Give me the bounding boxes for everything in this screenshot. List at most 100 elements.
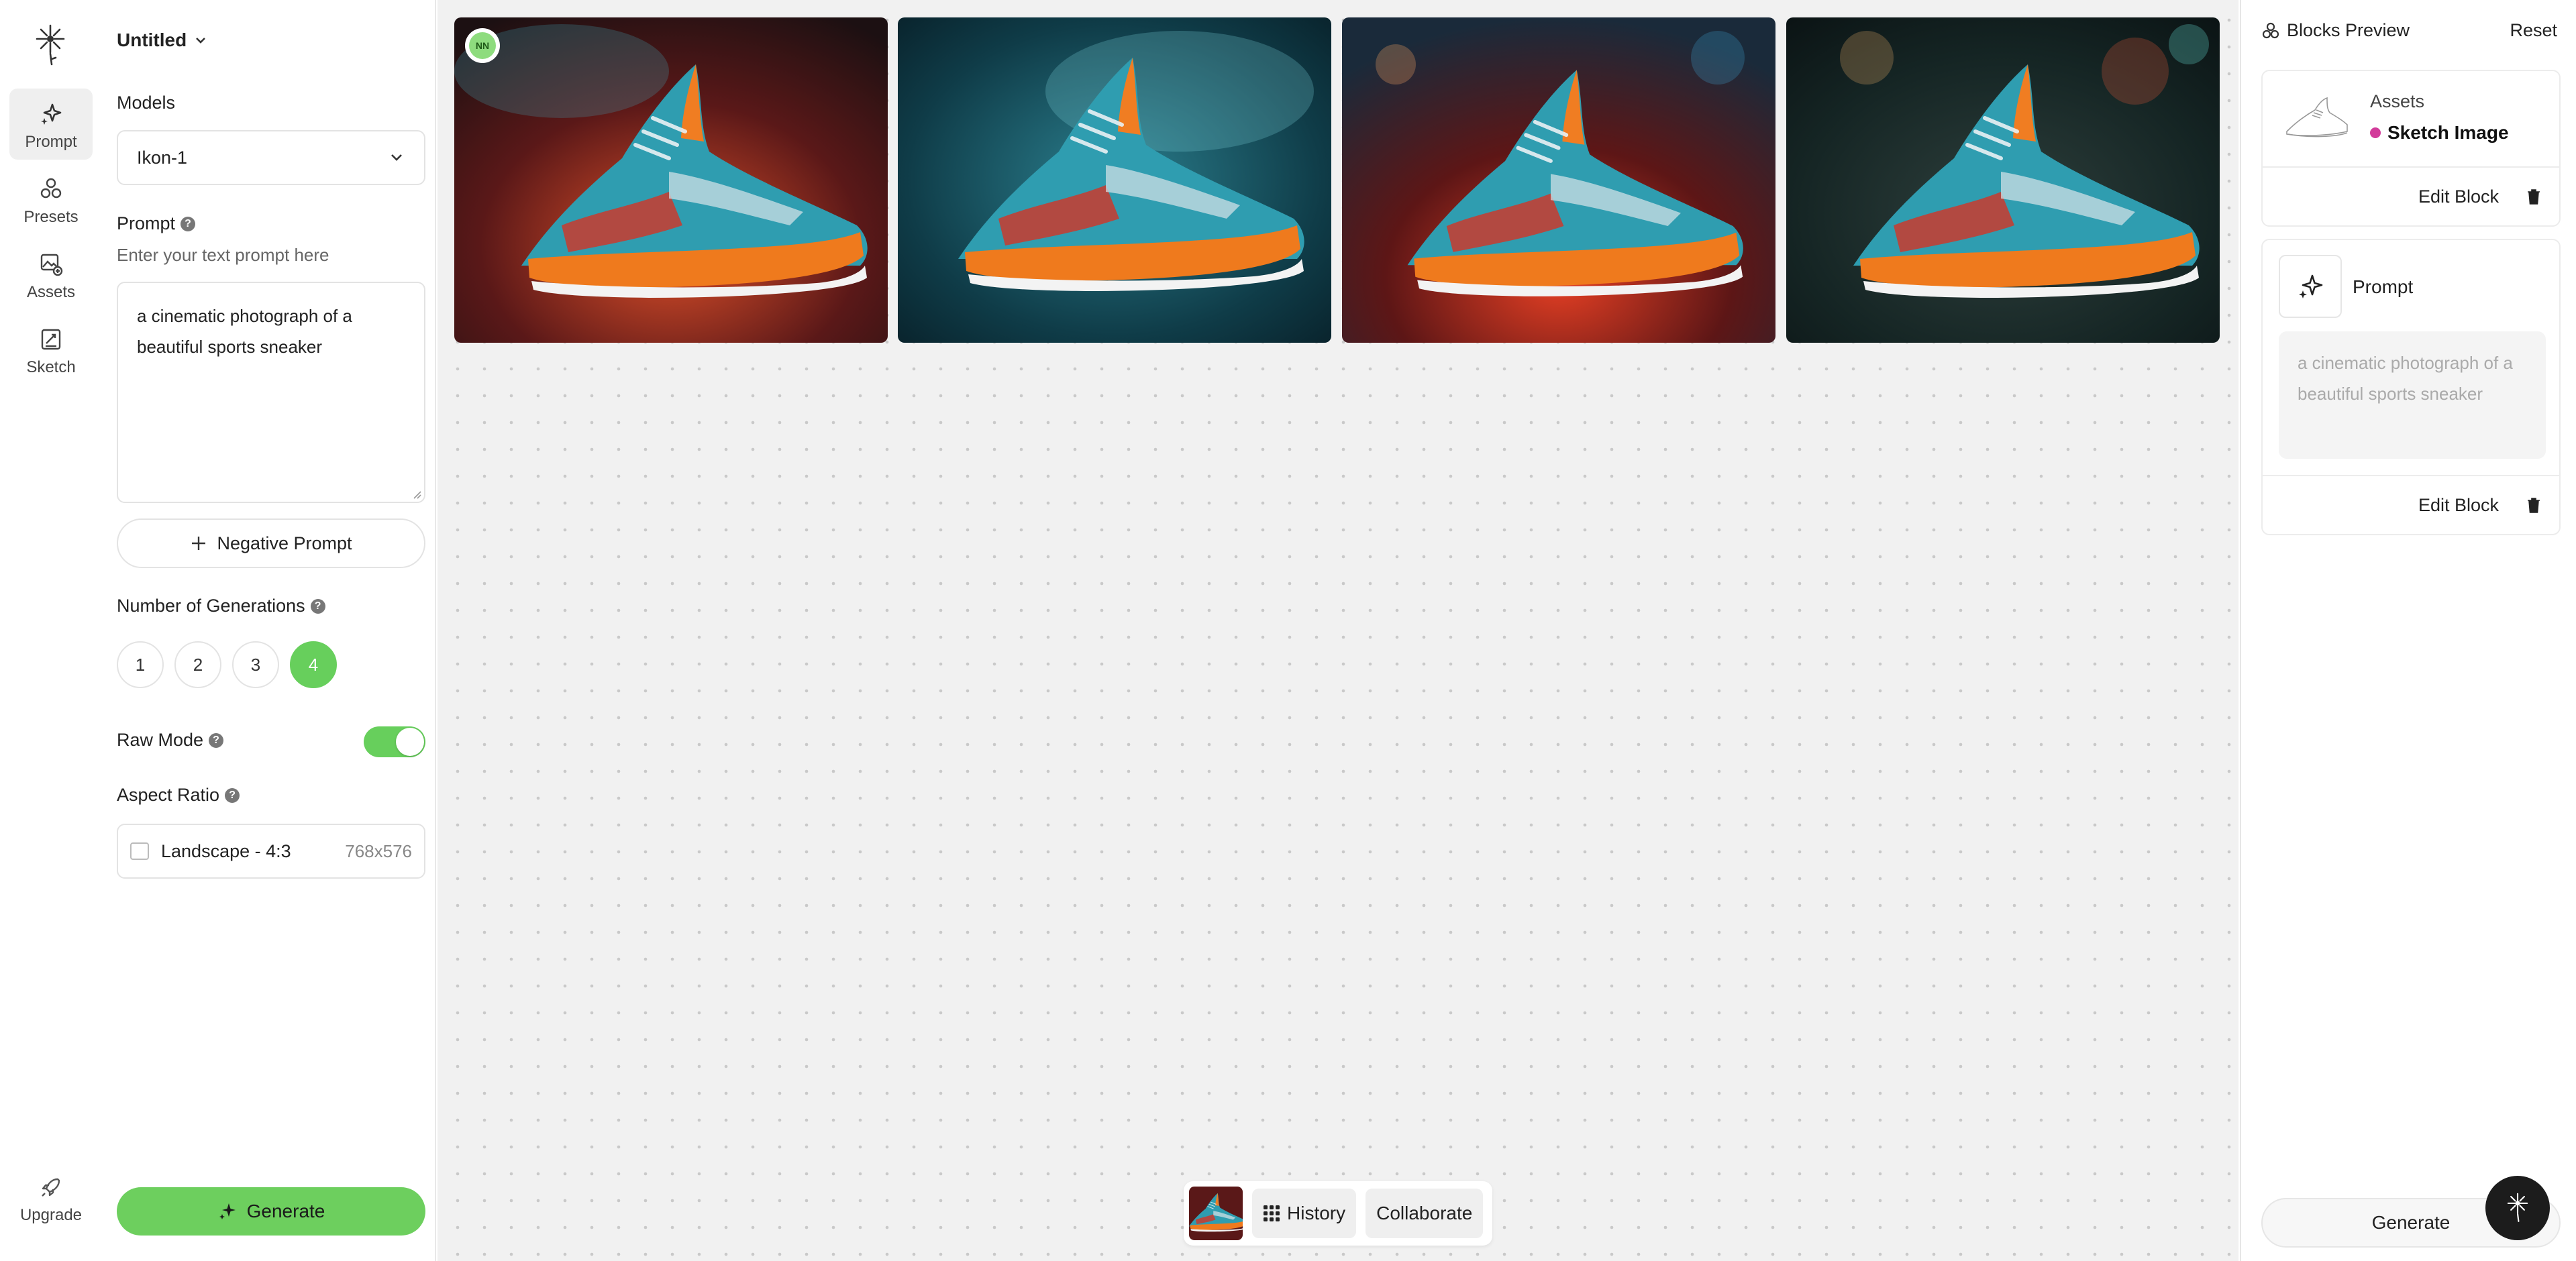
sneaker-image	[1342, 17, 1775, 343]
generated-image-1[interactable]: NN	[454, 17, 888, 343]
sparkle-icon	[2299, 274, 2323, 298]
rail-item-presets[interactable]: Presets	[9, 164, 93, 235]
blocks-preview-panel: Blocks Preview Reset Assets Sketch Image…	[2240, 0, 2576, 1261]
assets-block-actions: Edit Block	[2263, 166, 2559, 225]
chevron-down-icon	[196, 38, 206, 44]
edit-block-button[interactable]: Edit Block	[2418, 186, 2499, 207]
generation-option-2[interactable]: 2	[174, 641, 221, 688]
prompt-label: Prompt?	[117, 213, 196, 234]
prompt-preview-box: a cinematic photograph of a beautiful sp…	[2279, 331, 2546, 459]
generation-option-1[interactable]: 1	[117, 641, 164, 688]
prompt-preview-text: a cinematic photograph of a beautiful sp…	[2298, 353, 2513, 404]
prompt-block-icon-box	[2279, 255, 2342, 318]
help-icon[interactable]: ?	[181, 216, 196, 231]
settings-panel: Untitled Models Ikon-1 Prompt? Enter you…	[101, 0, 436, 1261]
chevron-down-icon	[391, 154, 402, 161]
prompt-block-card[interactable]: Prompt a cinematic photograph of a beaut…	[2261, 239, 2561, 535]
sneaker-image	[454, 17, 888, 343]
rail-item-sketch[interactable]: Sketch	[9, 314, 93, 385]
assets-icon	[40, 254, 63, 276]
aspect-ratio-label: Aspect Ratio?	[117, 785, 240, 806]
collaborate-label: Collaborate	[1376, 1203, 1473, 1223]
toggle-knob	[396, 728, 424, 756]
rail-item-assets[interactable]: Assets	[9, 239, 93, 310]
current-image-thumbnail[interactable]	[1189, 1187, 1243, 1240]
assets-block-label: Assets	[2370, 91, 2425, 111]
sneaker-image	[898, 17, 1331, 343]
model-select[interactable]: Ikon-1	[117, 130, 425, 185]
canvas-area[interactable]: NN History Collaborate	[437, 0, 2238, 1261]
generations-label: Number of Generations?	[117, 596, 325, 616]
app-root: Prompt Presets Assets Sketch Upgrade Unt…	[0, 0, 2576, 1261]
app-logo-icon[interactable]	[34, 23, 66, 68]
generation-option-4[interactable]: 4	[290, 641, 337, 688]
rail-item-label: Sketch	[26, 358, 76, 376]
raw-mode-label: Raw Mode?	[117, 730, 224, 751]
generate-button[interactable]: Generate	[117, 1187, 425, 1236]
sneaker-image	[1786, 17, 2220, 343]
assets-block-card[interactable]: Assets Sketch Image Edit Block	[2261, 70, 2561, 227]
prompt-hint: Enter your text prompt here	[117, 245, 329, 265]
model-value: Ikon-1	[137, 147, 188, 168]
aspect-ratio-select[interactable]: Landscape - 4:3 768x576	[117, 824, 425, 879]
prompt-block-body: Prompt a cinematic photograph of a beaut…	[2263, 240, 2559, 475]
prompt-block-actions: Edit Block	[2263, 475, 2559, 534]
generated-image-2[interactable]	[898, 17, 1331, 343]
blocks-preview-header: Blocks Preview	[2261, 20, 2410, 41]
app-logo-icon	[2507, 1193, 2528, 1222]
project-title-dropdown[interactable]: Untitled	[117, 30, 208, 51]
generated-image-4[interactable]	[1786, 17, 2220, 343]
sketch-thumbnail-icon	[2286, 97, 2348, 138]
prompt-textarea[interactable]: a cinematic photograph of a beautiful sp…	[117, 282, 425, 503]
help-icon[interactable]: ?	[310, 598, 325, 614]
models-label: Models	[117, 93, 176, 113]
help-icon[interactable]: ?	[209, 732, 224, 748]
sparkle-icon	[41, 103, 62, 125]
rail-item-label: Assets	[26, 283, 76, 301]
edit-block-button[interactable]: Edit Block	[2418, 495, 2499, 516]
presets-icon	[40, 178, 62, 199]
sketch-image-entry: Sketch Image	[2370, 122, 2509, 144]
sketch-icon	[41, 329, 61, 350]
trash-icon[interactable]	[2526, 496, 2542, 514]
resize-handle-icon[interactable]	[411, 488, 421, 499]
generations-selector: 1 2 3 4	[117, 641, 337, 688]
status-dot-icon	[2370, 127, 2381, 138]
sparkle-icon	[219, 1203, 236, 1219]
aspect-ratio-value: Landscape - 4:3	[161, 840, 291, 861]
icon-rail: Prompt Presets Assets Sketch Upgrade	[0, 0, 101, 1261]
help-icon[interactable]: ?	[225, 787, 240, 803]
generation-option-3[interactable]: 3	[232, 641, 279, 688]
assistant-fab-button[interactable]	[2485, 1176, 2550, 1240]
project-title: Untitled	[117, 30, 187, 50]
negative-prompt-label: Negative Prompt	[217, 533, 352, 553]
assets-block-body: Assets Sketch Image	[2263, 71, 2559, 166]
upgrade-button[interactable]: Upgrade	[9, 1162, 93, 1233]
raw-mode-toggle[interactable]	[364, 726, 425, 757]
plus-icon	[192, 537, 206, 550]
trash-icon[interactable]	[2526, 188, 2542, 205]
generate-label: Generate	[246, 1201, 325, 1221]
aspect-ratio-dimensions: 768x576	[345, 840, 412, 861]
prompt-block-label: Prompt	[2353, 276, 2414, 297]
rocket-icon	[42, 1178, 60, 1197]
history-label: History	[1287, 1203, 1346, 1223]
user-avatar[interactable]: NN	[465, 28, 500, 63]
blocks-preview-title: Blocks Preview	[2287, 20, 2410, 40]
negative-prompt-button[interactable]: Negative Prompt	[117, 518, 425, 568]
bottom-toolbar: History Collaborate	[1184, 1181, 1492, 1246]
history-button[interactable]: History	[1252, 1189, 1357, 1238]
aspect-ratio-icon	[130, 842, 149, 860]
collaborate-button[interactable]: Collaborate	[1366, 1189, 1484, 1238]
blocks-generate-label: Generate	[2371, 1212, 2451, 1233]
sneaker-thumbnail	[1189, 1187, 1243, 1240]
blocks-icon	[2262, 22, 2279, 38]
upgrade-label: Upgrade	[19, 1206, 83, 1224]
generated-image-3[interactable]	[1342, 17, 1775, 343]
rail-item-label: Presets	[23, 208, 79, 226]
reset-button[interactable]: Reset	[2510, 20, 2557, 41]
grid-icon	[1264, 1205, 1280, 1221]
rail-item-prompt[interactable]: Prompt	[9, 89, 93, 160]
prompt-text: a cinematic photograph of a beautiful sp…	[137, 306, 352, 357]
rail-item-label: Prompt	[25, 133, 77, 151]
